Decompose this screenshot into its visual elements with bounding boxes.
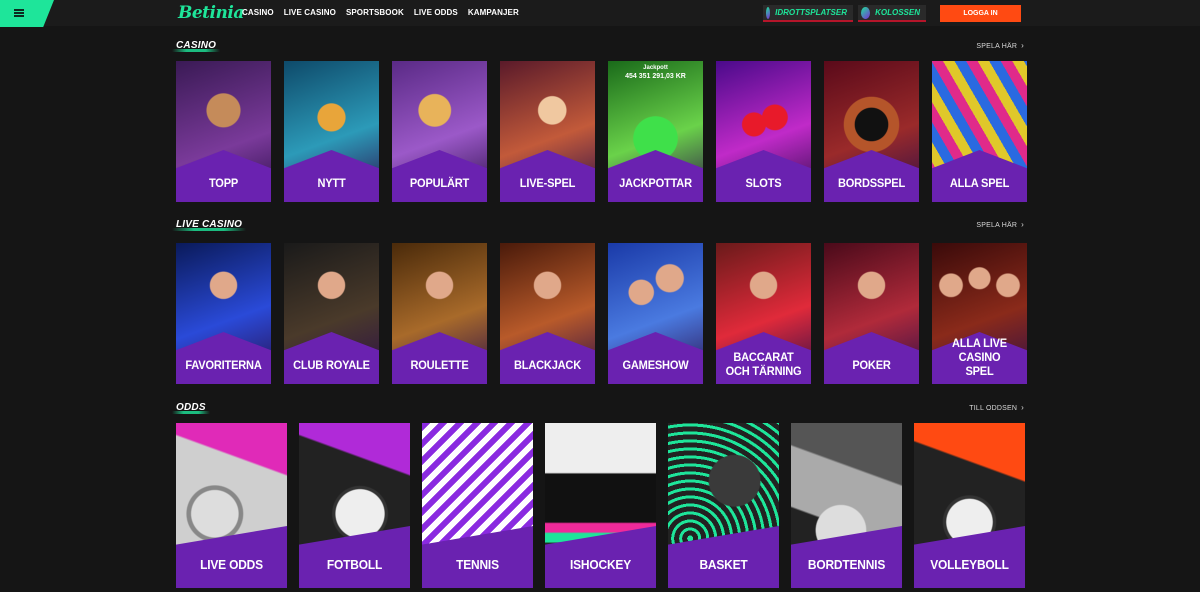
card-label: POKER bbox=[852, 358, 891, 372]
card-label: BLACKJACK bbox=[513, 358, 582, 372]
live-card-favoriterna[interactable]: FAVORITERNA bbox=[176, 243, 271, 384]
live-casino-more-link[interactable]: SPELA HÄR › bbox=[976, 220, 1024, 229]
diamond-icon bbox=[861, 6, 871, 19]
casino-card-live-spel[interactable]: LIVE-SPEL bbox=[500, 61, 595, 202]
card-label: LIVE-SPEL bbox=[519, 176, 576, 190]
card-label: JACKPOTTAR bbox=[619, 176, 692, 190]
idrottsplatser-label: IDROTTSPLATSER bbox=[775, 8, 847, 17]
casino-card-bordsspel[interactable]: BORDSSPEL bbox=[824, 61, 919, 202]
card-label: ROULETTE bbox=[410, 358, 469, 372]
nav-casino[interactable]: CASINO bbox=[242, 8, 274, 17]
card-label: BASKET bbox=[699, 557, 748, 572]
live-card-gameshow[interactable]: GAMESHOW bbox=[608, 243, 703, 384]
live-casino-more-label: SPELA HÄR bbox=[976, 222, 1018, 229]
live-casino-grid: FAVORITERNA CLUB ROYALE ROULETTE BLACKJA… bbox=[176, 243, 1027, 384]
odds-card-ishockey[interactable]: ISHOCKEY bbox=[545, 423, 656, 588]
card-label: ISHOCKEY bbox=[569, 557, 632, 572]
card-label: TOPP bbox=[208, 176, 239, 190]
card-label: VOLLEYBOLL bbox=[930, 557, 1009, 572]
chevron-right-icon: › bbox=[1021, 41, 1024, 50]
casino-card-jackpottar[interactable]: Jackpott 454 351 291,03 KR JACKPOTTAR bbox=[608, 61, 703, 202]
odds-card-volleyboll[interactable]: VOLLEYBOLL bbox=[914, 423, 1025, 588]
card-label: TENNIS bbox=[456, 557, 499, 572]
kolossen-label: KOLOSSEN bbox=[875, 8, 920, 17]
card-label: BORDTENNIS bbox=[807, 557, 886, 572]
odds-more-label: TILL ODDSEN bbox=[969, 405, 1018, 412]
live-card-baccarat[interactable]: BACCARAT OCH TÄRNING bbox=[716, 243, 811, 384]
odds-card-live-odds[interactable]: LIVE ODDS bbox=[176, 423, 287, 588]
jackpot-label: Jackpott bbox=[643, 65, 668, 71]
top-bar: Betinia CASINO LIVE CASINO SPORTSBOOK LI… bbox=[0, 0, 1200, 27]
nav-live-odds[interactable]: LIVE ODDS bbox=[414, 8, 458, 17]
chevron-right-icon: › bbox=[1021, 403, 1024, 412]
casino-more-label: SPELA HÄR bbox=[976, 43, 1018, 50]
nav-live-casino[interactable]: LIVE CASINO bbox=[284, 8, 336, 17]
casino-card-slots[interactable]: SLOTS bbox=[716, 61, 811, 202]
live-card-roulette[interactable]: ROULETTE bbox=[392, 243, 487, 384]
nav-kampanjer[interactable]: KAMPANJER bbox=[468, 8, 519, 17]
casino-card-alla-spel[interactable]: ALLA SPEL bbox=[932, 61, 1027, 202]
live-card-poker[interactable]: POKER bbox=[824, 243, 919, 384]
card-label: ALLA SPEL bbox=[949, 176, 1010, 190]
logo[interactable]: Betinia bbox=[178, 3, 244, 23]
idrottsplatser-button[interactable]: IDROTTSPLATSER bbox=[763, 5, 853, 22]
card-label: CLUB ROYALE bbox=[293, 358, 370, 372]
card-label: FOTBOLL bbox=[326, 557, 383, 572]
card-label: BORDSSPEL bbox=[837, 176, 906, 190]
casino-card-topp[interactable]: TOPP bbox=[176, 61, 271, 202]
live-card-alla-live[interactable]: ALLA LIVE CASINO SPEL bbox=[932, 243, 1027, 384]
casino-section-title: CASINO bbox=[171, 40, 221, 52]
casino-card-nytt[interactable]: NYTT bbox=[284, 61, 379, 202]
login-button[interactable]: LOGGA IN bbox=[940, 5, 1021, 22]
odds-card-bordtennis[interactable]: BORDTENNIS bbox=[791, 423, 902, 588]
menu-icon bbox=[14, 9, 24, 17]
odds-grid: LIVE ODDS FOTBOLL TENNIS ISHOCKEY BASKET… bbox=[176, 423, 1025, 588]
chevron-right-icon: › bbox=[1021, 220, 1024, 229]
card-label: LIVE ODDS bbox=[200, 557, 263, 572]
odds-card-basket[interactable]: BASKET bbox=[668, 423, 779, 588]
casino-more-link[interactable]: SPELA HÄR › bbox=[976, 41, 1024, 50]
live-casino-section-title: LIVE CASINO bbox=[171, 219, 247, 231]
card-label: BACCARAT OCH TÄRNING bbox=[725, 350, 802, 378]
odds-card-fotboll[interactable]: FOTBOLL bbox=[299, 423, 410, 588]
odds-section-title: ODDS bbox=[172, 402, 210, 414]
card-label: SLOTS bbox=[745, 176, 782, 190]
kolossen-button[interactable]: KOLOSSEN bbox=[858, 5, 926, 22]
live-card-blackjack[interactable]: BLACKJACK bbox=[500, 243, 595, 384]
nav-sportsbook[interactable]: SPORTSBOOK bbox=[346, 8, 404, 17]
odds-more-link[interactable]: TILL ODDSEN › bbox=[969, 403, 1024, 412]
card-label: POPULÄRT bbox=[409, 176, 470, 190]
live-card-club-royale[interactable]: CLUB ROYALE bbox=[284, 243, 379, 384]
casino-grid: TOPP NYTT POPULÄRT LIVE-SPEL Jackpott 45… bbox=[176, 61, 1027, 202]
card-label: FAVORITERNA bbox=[185, 358, 262, 372]
stadium-icon bbox=[766, 6, 771, 19]
jackpot-value: 454 351 291,03 KR bbox=[625, 73, 686, 80]
card-label: NYTT bbox=[317, 176, 346, 190]
odds-card-tennis[interactable]: TENNIS bbox=[422, 423, 533, 588]
card-label: ALLA LIVE CASINO SPEL bbox=[952, 336, 1007, 378]
main-nav: CASINO LIVE CASINO SPORTSBOOK LIVE ODDS … bbox=[242, 8, 519, 17]
casino-card-popular[interactable]: POPULÄRT bbox=[392, 61, 487, 202]
menu-button[interactable] bbox=[0, 0, 54, 27]
card-label: GAMESHOW bbox=[622, 358, 689, 372]
